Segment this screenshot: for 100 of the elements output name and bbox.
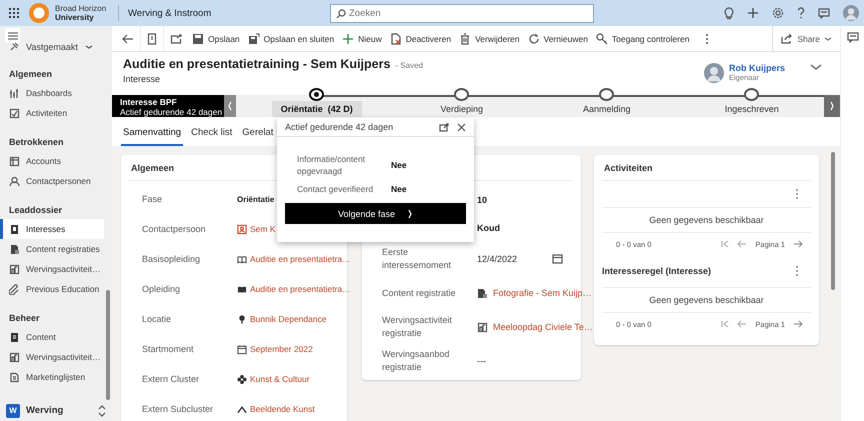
settings-icon[interactable] [772,7,784,19]
chevron-icon [829,101,836,111]
sidebar-item[interactable]: Content [0,327,104,347]
flower-icon [237,374,247,384]
sidebar-item[interactable]: Vastgemaakt [26,43,78,52]
close-icon[interactable] [457,122,466,132]
sidebar-item[interactable]: Accounts [0,151,104,171]
chevron-icon [810,63,822,71]
stage-tab[interactable]: Verdieping [431,101,492,117]
app-name[interactable]: Werving & Instroom [128,8,212,18]
tab[interactable]: Check list [189,127,234,146]
trash-icon [459,32,472,44]
sidebar-item[interactable]: Marketinglijsten [0,367,104,387]
field-label: Wervingsactiviteit registratie [381,314,453,340]
document-icon [9,244,20,254]
field-label: Extern Subcluster [141,404,214,414]
next-page-icon[interactable] [793,240,803,248]
toolbar-button[interactable]: Vernieuwen [524,26,592,51]
field-label: Opleiding [141,284,182,294]
next-page-icon[interactable] [793,320,803,328]
field-link[interactable]: September 2022 [250,344,313,354]
field-label: Basisopleiding [141,254,202,264]
owner-name[interactable]: Rob Kuijpers [729,63,805,73]
search-field[interactable]: Zoeken [330,4,594,22]
field-link[interactable]: Sem K [250,224,276,234]
sidebar-item[interactable]: Content registraties [0,239,104,259]
expand-icon[interactable] [439,122,449,132]
key-icon [596,32,608,44]
field-link[interactable]: Kunst & Cultuur [250,374,310,384]
sidebar-item[interactable]: Interesses [0,219,104,239]
chat-icon[interactable] [846,32,858,43]
toolbar-button[interactable]: Verwijderen [455,26,524,51]
stage-tab[interactable]: Oriëntatie (42 D) [272,101,362,117]
calendar-icon [237,344,247,354]
sidebar-item[interactable]: Dashboards [0,83,104,103]
chart-icon [9,88,20,98]
document-icon [390,32,402,44]
scrollbar[interactable] [831,152,835,290]
field-value: Koud [477,223,500,233]
field-label: Extern Cluster [141,374,200,384]
organization-name: University [55,13,95,22]
sidebar-item[interactable]: Contactpersonen [0,171,104,191]
field-label: Startmoment [141,344,195,354]
document-icon [9,332,20,342]
next-stage-button[interactable] [824,95,840,117]
stage-tab[interactable]: Aanmelding [574,101,640,117]
toolbar-button[interactable]: Opslaan en sluiten [244,26,338,51]
more-icon[interactable] [795,188,799,200]
chevron-icon [824,36,832,42]
help-icon[interactable] [797,7,805,19]
chat-icon[interactable] [818,8,830,18]
chevron-icon [84,44,93,50]
calendar-icon[interactable] [552,254,563,264]
toolbar-button[interactable]: Nieuw [338,26,386,51]
refresh-icon [528,32,540,44]
chevron-icon [227,101,234,111]
expand-button[interactable] [810,63,822,71]
lightbulb-icon[interactable] [724,6,734,20]
field-value[interactable]: Nee [391,160,407,170]
sidebar-item[interactable]: Previous Education [0,279,104,299]
process-panel[interactable]: Interesse BPF Actief gedurende 42 dagen [112,95,224,117]
stage-marker[interactable] [744,88,760,101]
more-icon[interactable] [795,265,799,277]
stage-marker[interactable] [599,88,614,101]
stage-tab[interactable]: Ingeschreven [716,101,788,117]
field-link[interactable]: Fotografie - Sem Kuijp… [493,288,592,298]
field-label: Contactpersoon [141,224,207,234]
field-label: Content registratie [381,286,457,300]
field-label: Fase [141,194,164,204]
field-label: Wervingsaanbod registratie [381,348,450,374]
plus-icon[interactable] [747,7,759,19]
field-value[interactable]: 12/4/2022 [477,254,518,264]
field-link[interactable]: Bunnik Dependance [250,314,327,324]
search-icon [336,8,346,18]
scrollbar[interactable] [106,290,110,400]
field-link[interactable]: Meeloopdag Civiele Te… [493,322,593,332]
field-link[interactable]: Auditie en presentatietra… [250,284,351,294]
sidebar-item[interactable]: Activiteiten [0,103,104,123]
field-link[interactable]: Beeldende Kunst [250,404,315,414]
stage-marker[interactable] [309,88,324,101]
pin-icon [9,43,19,52]
menu-button[interactable] [5,28,20,43]
stage-marker[interactable] [454,88,470,101]
toolbar-button[interactable]: Opslaan [188,26,244,51]
field-value: Oriëntatie [237,194,274,204]
field-value[interactable]: Nee [391,184,407,194]
sidebar-item[interactable]: Wervingsactiviteit… [0,347,104,367]
area-switcher[interactable]: W Werving [0,400,112,421]
owner-avatar [704,63,724,83]
toolbar-button[interactable]: Toegang controleren [592,26,694,51]
field-link[interactable]: Auditie en presentatietra… [250,254,351,264]
field-label: Locatie [141,314,172,324]
field-label: Informatie/content opgevraagd [297,153,366,177]
next-stage-button[interactable]: Volgende fase [285,203,466,224]
previous-stage-button[interactable] [224,95,236,117]
toolbar-button[interactable]: Deactiveren [386,26,456,51]
sidebar-item[interactable]: Wervingsactiviteit… [0,259,104,279]
section-title: Algemeen [131,162,174,172]
tab[interactable]: Gerelat [240,127,276,146]
app-launcher-icon[interactable] [8,7,20,19]
